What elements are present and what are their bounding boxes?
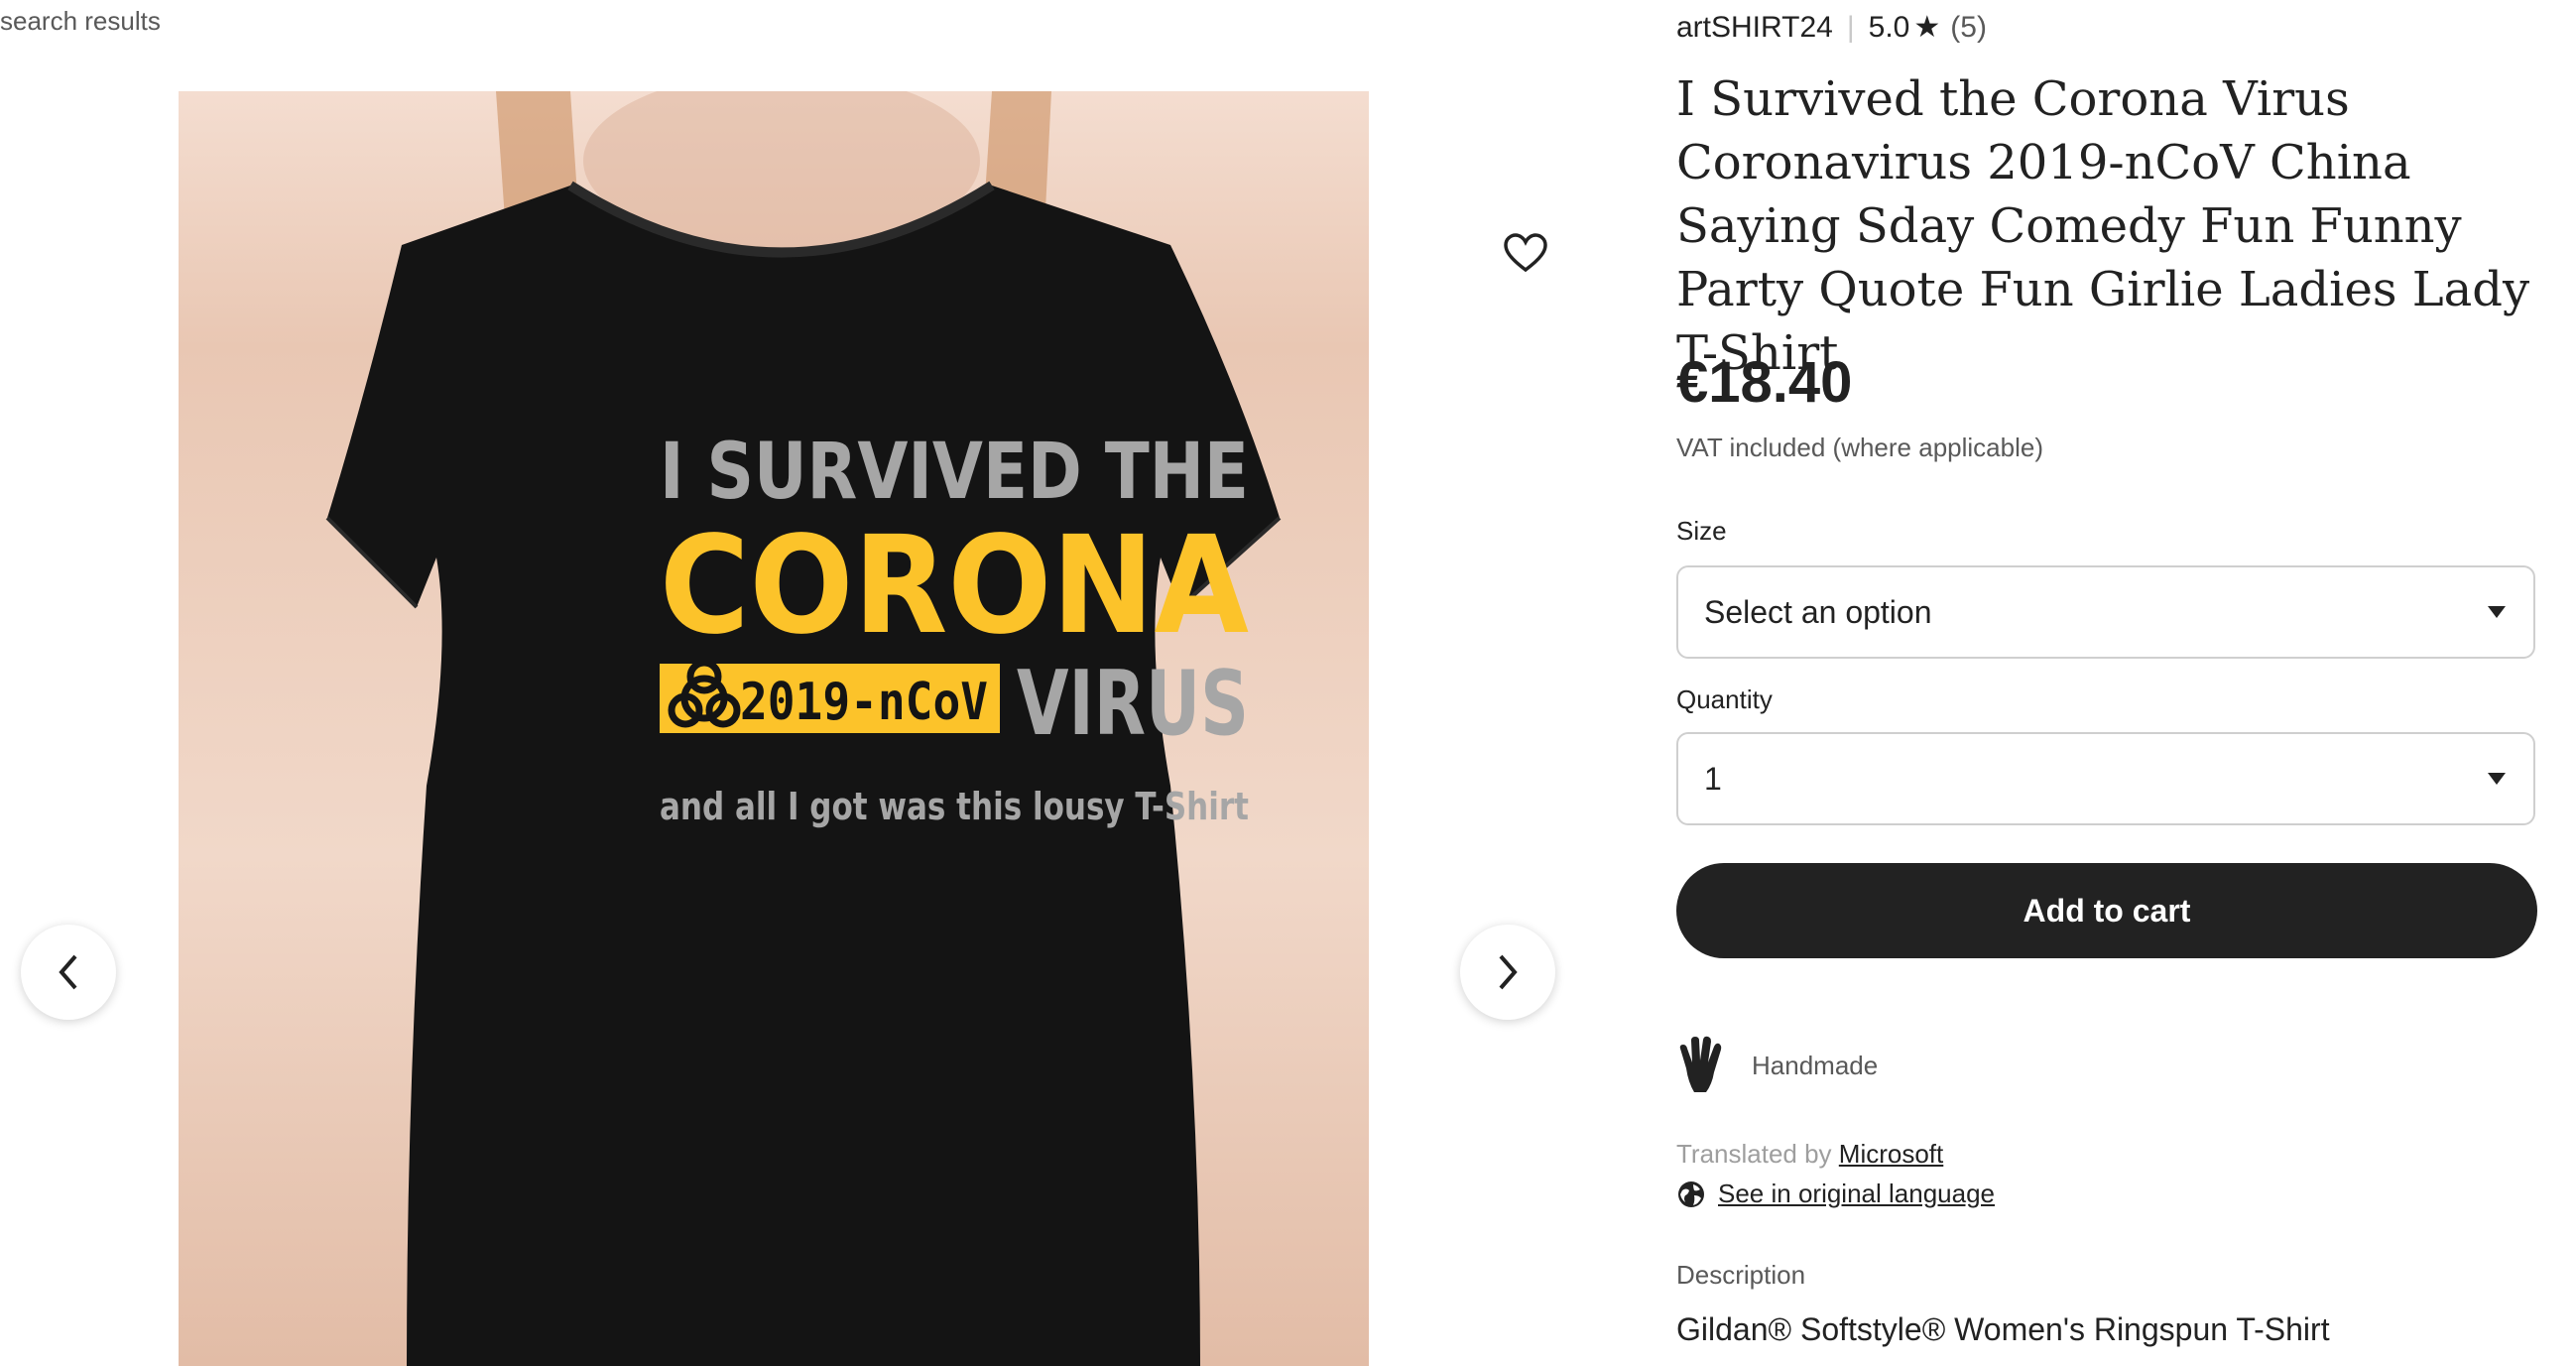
chevron-right-icon [1499, 954, 1518, 990]
handmade-label: Handmade [1752, 1050, 1879, 1080]
star-icon: ★ [1913, 11, 1941, 44]
globe-icon [1678, 1180, 1704, 1207]
product-photo: I SURVIVED THE CORONA 2019-nCoV VIRUS an… [179, 91, 1369, 1366]
shop-name-link[interactable]: artSHIRT24 [1676, 11, 1833, 45]
rating-value: 5.0 [1868, 10, 1910, 44]
see-original-language-link[interactable]: See in original language [1718, 1179, 1995, 1209]
print-line-2: CORONA [660, 508, 1249, 665]
back-to-search-results-link[interactable]: search results [0, 6, 161, 37]
original-language-row: See in original language [1676, 1179, 1995, 1209]
translated-by-label: Translated by [1676, 1139, 1839, 1169]
heart-icon [1504, 233, 1547, 273]
image-gallery: I SURVIVED THE CORONA 2019-nCoV VIRUS an… [0, 91, 1567, 1366]
print-line-3: VIRUS [1017, 652, 1249, 756]
print-line-4: and all I got was this lousy T-Shirt [660, 785, 1249, 828]
size-select[interactable]: Select an option [1676, 565, 2535, 659]
chevron-left-icon [59, 954, 77, 990]
listing-title: I Survived the Corona Virus Coronavirus … [1676, 71, 2530, 381]
vat-note: VAT included (where applicable) [1676, 433, 2043, 462]
print-line-1: I SURVIVED THE [660, 428, 1249, 517]
print-badge-text: 2019-nCoV [740, 673, 988, 732]
size-select-value: Select an option [1704, 593, 1932, 630]
divider: | [1846, 10, 1855, 44]
previous-image-button[interactable] [21, 925, 116, 1020]
description-text: Gildan® Softstyle® Women's Ringspun T-Sh… [1676, 1311, 2330, 1347]
next-image-button[interactable] [1460, 925, 1555, 1020]
caret-down-icon [2488, 773, 2506, 785]
tshirt-model-image: I SURVIVED THE CORONA 2019-nCoV VIRUS an… [325, 91, 1282, 1366]
caret-down-icon [2488, 606, 2506, 618]
shop-info: artSHIRT24 | 5.0 ★ (5) [1676, 10, 1987, 45]
quantity-label: Quantity [1676, 684, 1773, 714]
review-count-link[interactable]: (5) [1950, 11, 1987, 45]
translation-note: Translated by Microsoft [1676, 1139, 1943, 1170]
quantity-select[interactable]: 1 [1676, 732, 2535, 825]
add-to-cart-button[interactable]: Add to cart [1676, 863, 2537, 958]
handmade-badge: Handmade [1676, 1035, 1878, 1096]
price: €18.40 [1676, 350, 1853, 415]
size-label: Size [1676, 516, 1727, 546]
add-to-favorites-button[interactable] [1496, 223, 1555, 283]
quantity-select-value: 1 [1704, 760, 1722, 797]
tshirt-shape [327, 186, 1280, 1366]
hand-icon [1679, 1036, 1722, 1092]
description-heading: Description [1676, 1260, 1806, 1290]
translator-link[interactable]: Microsoft [1839, 1139, 1943, 1169]
